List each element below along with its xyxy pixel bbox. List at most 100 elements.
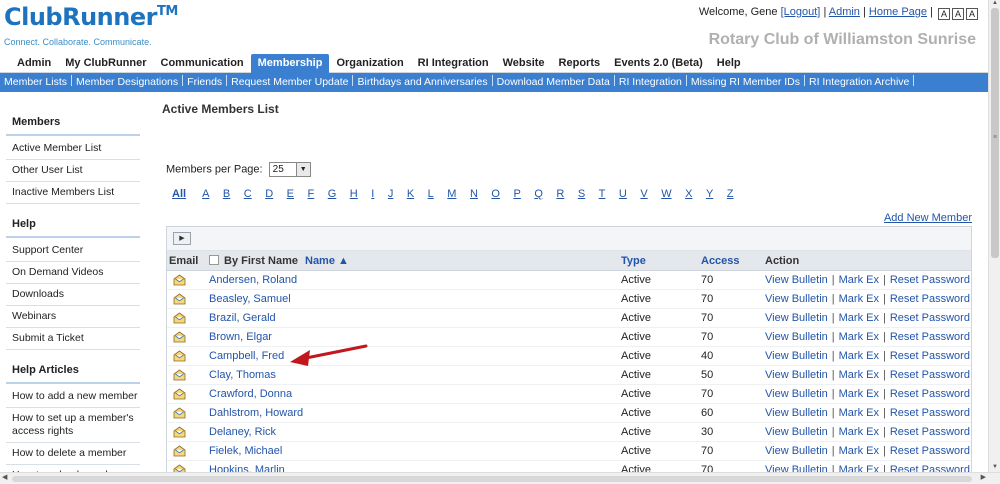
letter-l[interactable]: L <box>428 188 434 200</box>
mark-ex-link[interactable]: Mark Ex <box>839 350 879 362</box>
letter-t[interactable]: T <box>599 188 606 200</box>
checkbox-icon[interactable] <box>209 255 219 265</box>
letter-u[interactable]: U <box>619 188 627 200</box>
reset-password-link[interactable]: Reset Password <box>890 407 970 419</box>
member-name-link[interactable]: Andersen, Roland <box>209 274 297 286</box>
subnav-ri-integration[interactable]: RI Integration <box>615 73 686 92</box>
letter-k[interactable]: K <box>407 188 414 200</box>
member-name-link[interactable]: Dahlstrom, Howard <box>209 407 303 419</box>
reset-password-link[interactable]: Reset Password <box>890 312 970 324</box>
envelope-icon[interactable] <box>173 293 186 305</box>
horizontal-scrollbar[interactable]: ◀ ▶ <box>0 472 1000 484</box>
subnav-friends[interactable]: Friends <box>183 73 226 92</box>
letter-h[interactable]: H <box>350 188 358 200</box>
subnav-download-member-data[interactable]: Download Member Data <box>493 73 614 92</box>
header-by-first-name[interactable]: By First Name <box>209 255 298 267</box>
nav-my-clubrunner[interactable]: My ClubRunner <box>58 54 153 73</box>
letter-i[interactable]: I <box>371 188 374 200</box>
letter-j[interactable]: J <box>388 188 394 200</box>
nav-organization[interactable]: Organization <box>329 54 410 73</box>
reset-password-link[interactable]: Reset Password <box>890 388 970 400</box>
mark-ex-link[interactable]: Mark Ex <box>839 426 879 438</box>
member-name-link[interactable]: Beasley, Samuel <box>209 293 291 305</box>
hscroll-thumb[interactable] <box>12 476 972 482</box>
per-page-select[interactable]: 25 ▼ <box>268 162 311 177</box>
view-bulletin-link[interactable]: View Bulletin <box>765 350 828 362</box>
view-bulletin-link[interactable]: View Bulletin <box>765 331 828 343</box>
nav-reports[interactable]: Reports <box>552 54 608 73</box>
subnav-ri-archive[interactable]: RI Integration Archive <box>805 73 913 92</box>
view-bulletin-link[interactable]: View Bulletin <box>765 274 828 286</box>
mark-ex-link[interactable]: Mark Ex <box>839 407 879 419</box>
reset-password-link[interactable]: Reset Password <box>890 369 970 381</box>
font-size-medium-button[interactable]: A <box>952 8 964 20</box>
view-bulletin-link[interactable]: View Bulletin <box>765 445 828 457</box>
view-bulletin-link[interactable]: View Bulletin <box>765 407 828 419</box>
letter-w[interactable]: W <box>661 188 671 200</box>
member-name-link[interactable]: Clay, Thomas <box>209 369 276 381</box>
envelope-icon[interactable] <box>173 407 186 419</box>
letter-z[interactable]: Z <box>727 188 734 200</box>
letter-v[interactable]: V <box>640 188 647 200</box>
scroll-thumb[interactable] <box>991 8 999 258</box>
envelope-icon[interactable] <box>173 369 186 381</box>
reset-password-link[interactable]: Reset Password <box>890 293 970 305</box>
mark-ex-link[interactable]: Mark Ex <box>839 312 879 324</box>
letter-q[interactable]: Q <box>534 188 543 200</box>
mark-ex-link[interactable]: Mark Ex <box>839 445 879 457</box>
nav-help[interactable]: Help <box>710 54 748 73</box>
envelope-icon[interactable] <box>173 445 186 457</box>
letter-g[interactable]: G <box>328 188 337 200</box>
scroll-left-icon[interactable]: ◀ <box>2 473 7 481</box>
nav-admin[interactable]: Admin <box>10 54 58 73</box>
letter-all[interactable]: All <box>172 188 186 200</box>
scroll-up-icon[interactable]: ▲ <box>989 0 1000 8</box>
letter-b[interactable]: B <box>223 188 230 200</box>
view-bulletin-link[interactable]: View Bulletin <box>765 388 828 400</box>
expand-arrow-icon[interactable]: ▶ <box>173 232 191 245</box>
member-name-link[interactable]: Brazil, Gerald <box>209 312 276 324</box>
sidebar-item-webinars[interactable]: Webinars <box>6 306 140 328</box>
nav-events[interactable]: Events 2.0 (Beta) <box>607 54 710 73</box>
add-new-member-link[interactable]: Add New Member <box>884 212 972 224</box>
subnav-request-member-update[interactable]: Request Member Update <box>227 73 352 92</box>
mark-ex-link[interactable]: Mark Ex <box>839 293 879 305</box>
letter-o[interactable]: O <box>491 188 500 200</box>
sidebar-item-delete-member-article[interactable]: How to delete a member <box>6 443 140 465</box>
letter-m[interactable]: M <box>447 188 456 200</box>
admin-link[interactable]: Admin <box>829 6 860 18</box>
member-name-link[interactable]: Delaney, Rick <box>209 426 276 438</box>
clubrunner-logo[interactable]: ClubRunnerTM <box>4 3 178 31</box>
letter-r[interactable]: R <box>556 188 564 200</box>
letter-a[interactable]: A <box>202 188 209 200</box>
sidebar-item-on-demand-videos[interactable]: On Demand Videos <box>6 262 140 284</box>
letter-d[interactable]: D <box>265 188 273 200</box>
envelope-icon[interactable] <box>173 312 186 324</box>
sidebar-item-add-new-member-article[interactable]: How to add a new member <box>6 386 140 408</box>
reset-password-link[interactable]: Reset Password <box>890 331 970 343</box>
envelope-icon[interactable] <box>173 388 186 400</box>
reset-password-link[interactable]: Reset Password <box>890 350 970 362</box>
letter-y[interactable]: Y <box>706 188 713 200</box>
letter-n[interactable]: N <box>470 188 478 200</box>
header-type-sort[interactable]: Type <box>621 255 646 267</box>
envelope-icon[interactable] <box>173 350 186 362</box>
font-size-large-button[interactable]: A <box>966 8 978 20</box>
envelope-icon[interactable] <box>173 426 186 438</box>
sidebar-item-support-center[interactable]: Support Center <box>6 240 140 262</box>
sidebar-item-other-user-list[interactable]: Other User List <box>6 160 140 182</box>
envelope-icon[interactable] <box>173 331 186 343</box>
vertical-scrollbar[interactable]: ▲ ≡ ▼ <box>988 0 1000 472</box>
view-bulletin-link[interactable]: View Bulletin <box>765 426 828 438</box>
reset-password-link[interactable]: Reset Password <box>890 445 970 457</box>
reset-password-link[interactable]: Reset Password <box>890 274 970 286</box>
letter-x[interactable]: X <box>685 188 692 200</box>
font-size-small-button[interactable]: A <box>938 8 950 20</box>
header-access-sort[interactable]: Access <box>701 255 740 267</box>
sidebar-item-inactive-members-list[interactable]: Inactive Members List <box>6 182 140 204</box>
letter-c[interactable]: C <box>244 188 252 200</box>
subnav-member-designations[interactable]: Member Designations <box>72 73 182 92</box>
logout-link[interactable]: [Logout] <box>781 6 821 18</box>
scroll-down-icon[interactable]: ▼ <box>989 464 1000 472</box>
view-bulletin-link[interactable]: View Bulletin <box>765 293 828 305</box>
